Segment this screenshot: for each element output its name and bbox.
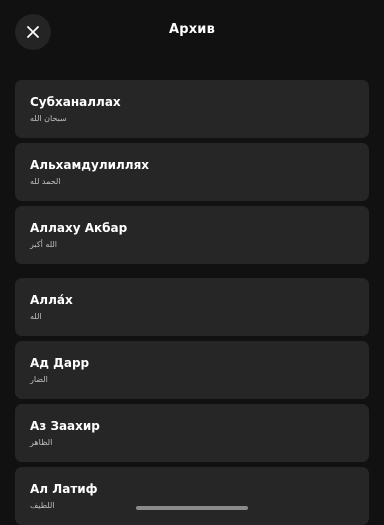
item-title: Альхамдулиллях	[30, 158, 150, 172]
item-arabic: الله	[30, 312, 42, 321]
list-item[interactable]: Аллаху Акбар الله أكبر	[15, 206, 369, 264]
archive-list: Субханаллах سبحان الله Альхамдулиллях ال…	[15, 80, 369, 525]
item-title: Ад Дарр	[30, 356, 90, 370]
item-arabic: الله أكبر	[30, 240, 57, 249]
list-item[interactable]: Альхамдулиллях الحمد لله	[15, 143, 369, 201]
list-item[interactable]: Аз Заахир الظاهر	[15, 404, 369, 462]
list-item[interactable]: Субханаллах سبحان الله	[15, 80, 369, 138]
list-item[interactable]: Ад Дарр الضار	[15, 341, 369, 399]
home-indicator	[136, 506, 248, 510]
item-arabic: الظاهر	[30, 438, 53, 447]
list-item[interactable]: Алла́х الله	[15, 278, 369, 336]
item-arabic: الضار	[30, 375, 48, 384]
item-arabic: سبحان الله	[30, 114, 67, 123]
item-title: Ал Латиф	[30, 482, 98, 496]
page-title: Архив	[168, 22, 216, 37]
header-bar: Архив	[0, 0, 384, 64]
item-title: Алла́х	[30, 293, 73, 307]
item-title: Субханаллах	[30, 95, 121, 109]
item-title: Аллаху Акбар	[30, 221, 128, 235]
item-arabic: الحمد لله	[30, 177, 61, 186]
list-item[interactable]: Ал Латиф اللطيف	[15, 467, 369, 525]
item-title: Аз Заахир	[30, 419, 100, 433]
